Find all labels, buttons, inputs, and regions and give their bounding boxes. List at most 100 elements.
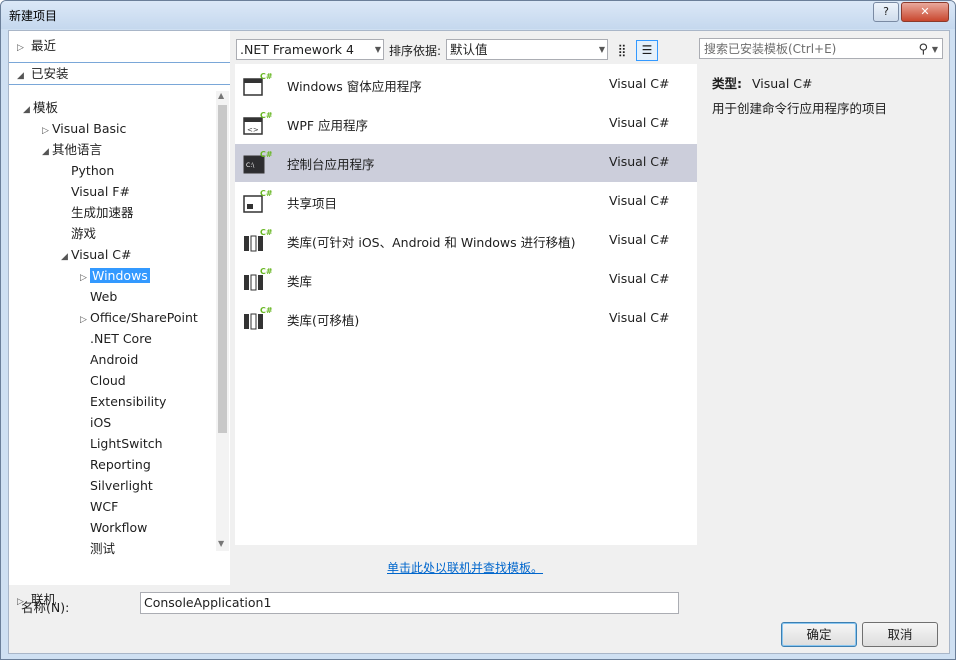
svg-text:C#: C# xyxy=(260,189,273,198)
tree-item-label: Office/SharePoint xyxy=(90,310,198,325)
template-language: Visual C# xyxy=(609,310,670,325)
collapse-arrow-icon[interactable]: ◢ xyxy=(42,142,52,163)
svg-text:C#: C# xyxy=(260,150,273,159)
tree-item-label: Visual C# xyxy=(71,247,132,262)
ok-button[interactable]: 确定 xyxy=(781,622,857,647)
type-value: Visual C# xyxy=(751,76,813,91)
template-language: Visual C# xyxy=(609,115,670,130)
tree-item[interactable]: Visual F# xyxy=(61,181,130,202)
tree-item-label: Reporting xyxy=(90,457,151,472)
template-name: Windows 窗体应用程序 xyxy=(287,79,422,94)
sort-dropdown[interactable]: 默认值 ▼ xyxy=(446,39,608,60)
chevron-down-icon[interactable]: ▼ xyxy=(932,39,938,60)
tree-item-label: .NET Core xyxy=(90,331,152,346)
scroll-up-icon[interactable]: ▲ xyxy=(218,91,224,100)
template-row[interactable]: C:\ C# 控制台应用程序 Visual C# xyxy=(235,144,697,182)
tree-item[interactable]: ▷ Visual Basic xyxy=(42,118,126,139)
tree-item-label: Web xyxy=(90,289,118,304)
tree-item[interactable]: ◢ Visual C# xyxy=(61,244,132,265)
tree-item[interactable]: .NET Core xyxy=(80,328,152,349)
scroll-down-icon[interactable]: ▼ xyxy=(218,539,224,548)
template-language: Visual C# xyxy=(609,154,670,169)
template-row[interactable]: C# 类库 Visual C# xyxy=(235,261,697,299)
framework-value: .NET Framework 4 xyxy=(240,42,354,57)
tree-item-label: 生成加速器 xyxy=(71,205,134,220)
class-library-icon: C# xyxy=(243,267,273,291)
sort-value: 默认值 xyxy=(450,42,488,57)
tree-item[interactable]: Silverlight xyxy=(80,475,153,496)
tree-item[interactable]: iOS xyxy=(80,412,111,433)
template-row[interactable]: C# 类库(可移植) Visual C# xyxy=(235,300,697,338)
tree-item[interactable]: Android xyxy=(80,349,138,370)
recent-label: 最近 xyxy=(30,38,56,53)
tree-item[interactable]: Reporting xyxy=(80,454,151,475)
tree-item[interactable]: 游戏 xyxy=(61,223,96,244)
tree-item[interactable]: ◢ 其他语言 xyxy=(42,139,102,160)
dialog-client: ▷ 最近 ◢ 已安装 ◢ 模板 ▷ Visual Basic ◢ 其他语言 Python Vi… xyxy=(8,30,950,654)
tree-item-label: WCF xyxy=(90,499,119,514)
tree-item-label: Workflow xyxy=(90,520,148,535)
scroll-thumb[interactable] xyxy=(218,105,227,433)
winforms-icon: C# xyxy=(243,72,273,96)
tree-item[interactable]: Extensibility xyxy=(80,391,166,412)
wpf-icon: <> C# xyxy=(243,111,273,135)
console-icon: C:\ C# xyxy=(243,150,273,174)
tree-item-label: 游戏 xyxy=(71,226,97,241)
detail-description: 用于创建命令行应用程序的项目 xyxy=(712,101,888,116)
tree-item[interactable]: Workflow xyxy=(80,517,147,538)
name-label: 名称(N): xyxy=(21,600,70,615)
template-row[interactable]: <> C# WPF 应用程序 Visual C# xyxy=(235,105,697,143)
collapse-arrow-icon[interactable]: ◢ xyxy=(61,247,71,268)
tree-item[interactable]: Web xyxy=(80,286,117,307)
svg-text:<>: <> xyxy=(247,126,259,134)
tree-item[interactable]: ▷ Windows xyxy=(80,265,150,286)
list-view-button[interactable]: ☰ xyxy=(636,40,658,61)
svg-text:C#: C# xyxy=(260,111,273,120)
window-title: 新建项目 xyxy=(9,9,58,23)
installed-node[interactable]: ◢ 已安装 xyxy=(9,62,230,85)
framework-dropdown[interactable]: .NET Framework 4 ▼ xyxy=(236,39,384,60)
tree-scrollbar[interactable]: ▲ ▼ xyxy=(216,91,229,551)
template-language: Visual C# xyxy=(609,193,670,208)
template-language: Visual C# xyxy=(609,232,670,247)
tree-item[interactable]: Cloud xyxy=(80,370,126,391)
portable-class-library-icon: C# xyxy=(243,306,273,330)
tree-item[interactable]: ◢ 模板 xyxy=(23,97,58,118)
grid-view-button[interactable]: ⣿ xyxy=(611,40,633,61)
svg-text:C#: C# xyxy=(260,228,273,237)
title-bar: 新建项目 ? ✕ xyxy=(1,1,955,29)
search-icon[interactable]: ⚲ xyxy=(918,39,928,60)
recent-node[interactable]: ▷ 最近 xyxy=(17,35,56,56)
template-name: WPF 应用程序 xyxy=(287,118,369,133)
tree-item[interactable]: WCF xyxy=(80,496,118,517)
tree-item[interactable]: 测试 xyxy=(80,538,115,559)
tree-item[interactable]: Python xyxy=(61,160,114,181)
svg-text:C#: C# xyxy=(260,267,273,276)
template-row[interactable]: C# 共享项目 Visual C# xyxy=(235,183,697,221)
tree-item-label: iOS xyxy=(90,415,112,430)
cancel-button[interactable]: 取消 xyxy=(862,622,938,647)
search-input[interactable]: 搜索已安装模板(Ctrl+E) ⚲ ▼ xyxy=(699,38,943,59)
expand-arrow-icon[interactable]: ▷ xyxy=(17,38,27,59)
new-project-dialog: 新建项目 ? ✕ ▷ 最近 ◢ 已安装 ◢ 模板 ▷ Visual Basic ◢ 其他语… xyxy=(0,0,956,660)
template-row[interactable]: C# Windows 窗体应用程序 Visual C# xyxy=(235,66,697,104)
type-label: 类型: xyxy=(712,76,742,91)
template-row[interactable]: C# 类库(可针对 iOS、Android 和 Windows 进行移植) Visu… xyxy=(235,222,697,260)
tree-item[interactable]: ▷ Office/SharePoint xyxy=(80,307,198,328)
help-button[interactable]: ? xyxy=(873,2,899,22)
search-placeholder: 搜索已安装模板(Ctrl+E) xyxy=(704,42,837,56)
online-templates-link[interactable]: 单击此处以联机并查找模板。 xyxy=(387,559,543,576)
collapse-arrow-icon[interactable]: ◢ xyxy=(9,66,27,87)
collapse-arrow-icon[interactable]: ◢ xyxy=(23,100,33,121)
tree-item[interactable]: LightSwitch xyxy=(80,433,163,454)
tree-item-label: Python xyxy=(71,163,115,178)
tree-item-label: Visual F# xyxy=(71,184,130,199)
name-input[interactable]: ConsoleApplication1 xyxy=(140,592,679,614)
chevron-down-icon: ▼ xyxy=(598,45,605,54)
tree-item-label: Silverlight xyxy=(90,478,153,493)
close-button[interactable]: ✕ xyxy=(901,2,949,22)
svg-text:C#: C# xyxy=(260,306,273,315)
shared-project-icon: C# xyxy=(243,189,273,213)
tree-item-label: LightSwitch xyxy=(90,436,163,451)
tree-item[interactable]: 生成加速器 xyxy=(61,202,134,223)
